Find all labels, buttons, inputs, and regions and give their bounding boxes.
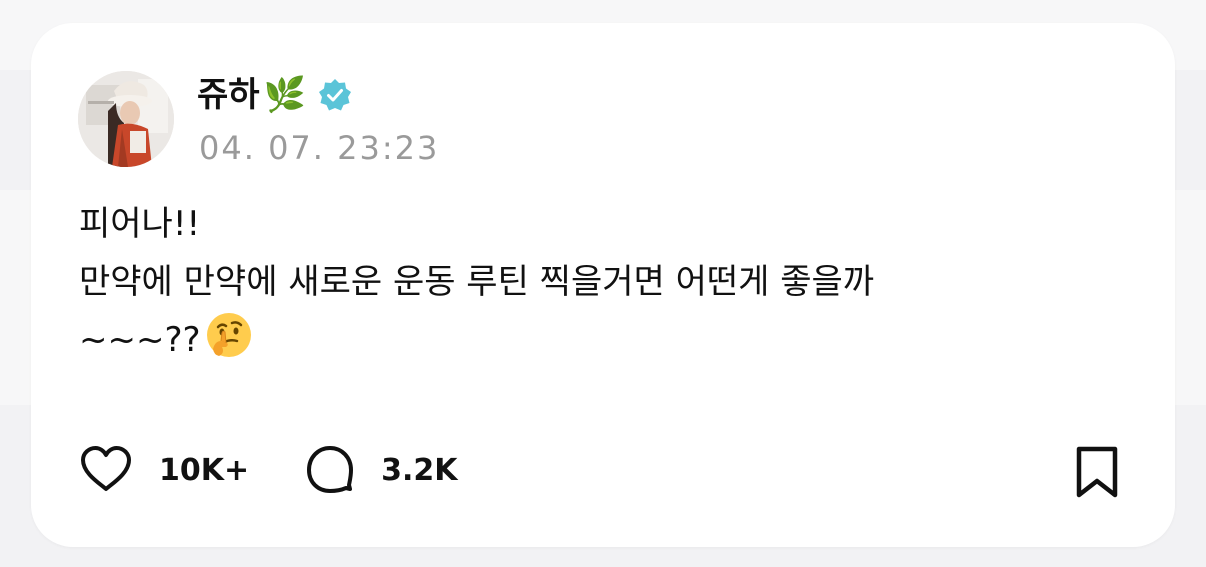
comment-button[interactable]: 3.2K [305, 443, 458, 499]
verified-badge-icon [318, 78, 352, 112]
author-name[interactable]: 쥬하 [197, 71, 260, 119]
comment-bubble-icon [305, 444, 355, 498]
post-actions: 10K+ 3.2K [79, 443, 458, 499]
like-count: 10K+ [159, 453, 250, 488]
post-card: 쥬하 🌿 04. 07. 23:23 피어나!! 만약에 만약에 새로운 운동 … [31, 23, 1175, 547]
bookmark-icon [1071, 446, 1123, 505]
post-line-2: 만약에 만약에 새로운 운동 루틴 찍을거면 어떤게 좋을까 [79, 262, 875, 302]
post-line-3-text: ~~~?? [79, 320, 201, 360]
like-button[interactable]: 10K+ [79, 443, 249, 499]
thinking-face-icon [205, 311, 253, 377]
post-line-3: ~~~?? [79, 311, 1139, 377]
avatar-photo [78, 71, 174, 167]
avatar[interactable] [78, 71, 174, 167]
post-timestamp: 04. 07. 23:23 [199, 129, 440, 167]
comment-count: 3.2K [381, 453, 458, 488]
author-row: 쥬하 🌿 [197, 71, 352, 119]
post-body: 피어나!! 만약에 만약에 새로운 운동 루틴 찍을거면 어떤게 좋을까 ~~~… [79, 195, 1139, 377]
heart-icon [79, 445, 133, 497]
post-line-1: 피어나!! [79, 204, 201, 244]
bookmark-button[interactable] [1071, 445, 1123, 501]
author-name-emoji: 🌿 [263, 75, 306, 115]
